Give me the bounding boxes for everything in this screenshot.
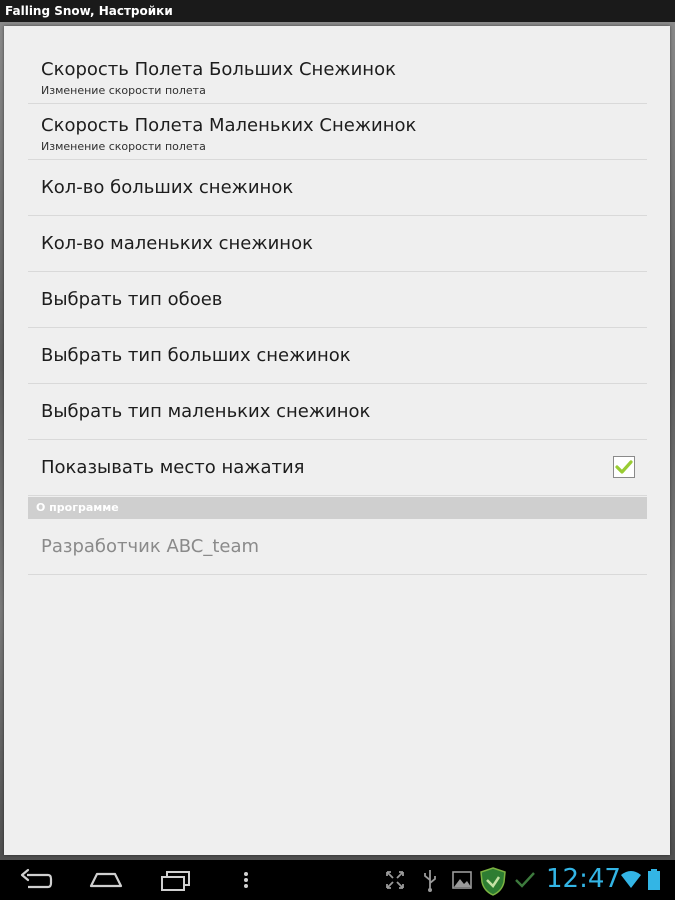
setting-title: Кол-во маленьких снежинок xyxy=(41,233,313,254)
window-title: Falling Snow, Настройки xyxy=(0,0,675,22)
setting-small-flake-speed[interactable]: Скорость Полета Маленьких Снежинок Измен… xyxy=(28,104,647,160)
wifi-icon xyxy=(621,871,641,888)
setting-small-flake-type[interactable]: Выбрать тип маленьких снежинок xyxy=(28,384,647,440)
usb-icon xyxy=(424,870,436,892)
section-header-about: О программе xyxy=(28,497,647,519)
setting-small-flake-count[interactable]: Кол-во маленьких снежинок xyxy=(28,216,647,272)
settings-list: Скорость Полета Больших Снежинок Изменен… xyxy=(28,48,647,575)
setting-summary: Изменение скорости полета xyxy=(41,84,206,97)
developer-label: Разработчик ABC_team xyxy=(41,536,260,557)
setting-title: Кол-во больших снежинок xyxy=(41,177,294,198)
battery-icon xyxy=(648,869,660,890)
clock: 12:47 xyxy=(546,864,621,894)
setting-title: Скорость Полета Больших Снежинок xyxy=(41,59,396,80)
setting-big-flake-type[interactable]: Выбрать тип больших снежинок xyxy=(28,328,647,384)
setting-title: Выбрать тип больших снежинок xyxy=(41,345,351,366)
checkmark-icon xyxy=(615,460,633,474)
settings-panel: Скорость Полета Больших Снежинок Изменен… xyxy=(4,26,670,855)
screen-compat-icon[interactable] xyxy=(384,866,406,894)
show-touch-checkbox[interactable] xyxy=(613,456,635,478)
setting-wallpaper-type[interactable]: Выбрать тип обоев xyxy=(28,272,647,328)
gallery-icon xyxy=(452,871,472,889)
back-icon[interactable] xyxy=(18,866,54,894)
security-shield-icon xyxy=(480,867,506,896)
menu-icon[interactable] xyxy=(238,866,254,894)
system-navbar: 12:47 xyxy=(0,860,675,900)
setting-title: Показывать место нажатия xyxy=(41,457,305,478)
setting-summary: Изменение скорости полета xyxy=(41,140,206,153)
recent-apps-icon[interactable] xyxy=(158,866,194,894)
home-icon[interactable] xyxy=(87,866,125,894)
done-check-icon xyxy=(515,872,535,888)
setting-big-flake-count[interactable]: Кол-во больших снежинок xyxy=(28,160,647,216)
setting-show-touch-point[interactable]: Показывать место нажатия xyxy=(28,440,647,496)
setting-title: Выбрать тип обоев xyxy=(41,289,223,310)
setting-big-flake-speed[interactable]: Скорость Полета Больших Снежинок Изменен… xyxy=(28,48,647,104)
setting-title: Выбрать тип маленьких снежинок xyxy=(41,401,371,422)
setting-title: Скорость Полета Маленьких Снежинок xyxy=(41,115,417,136)
setting-developer: Разработчик ABC_team xyxy=(28,519,647,575)
